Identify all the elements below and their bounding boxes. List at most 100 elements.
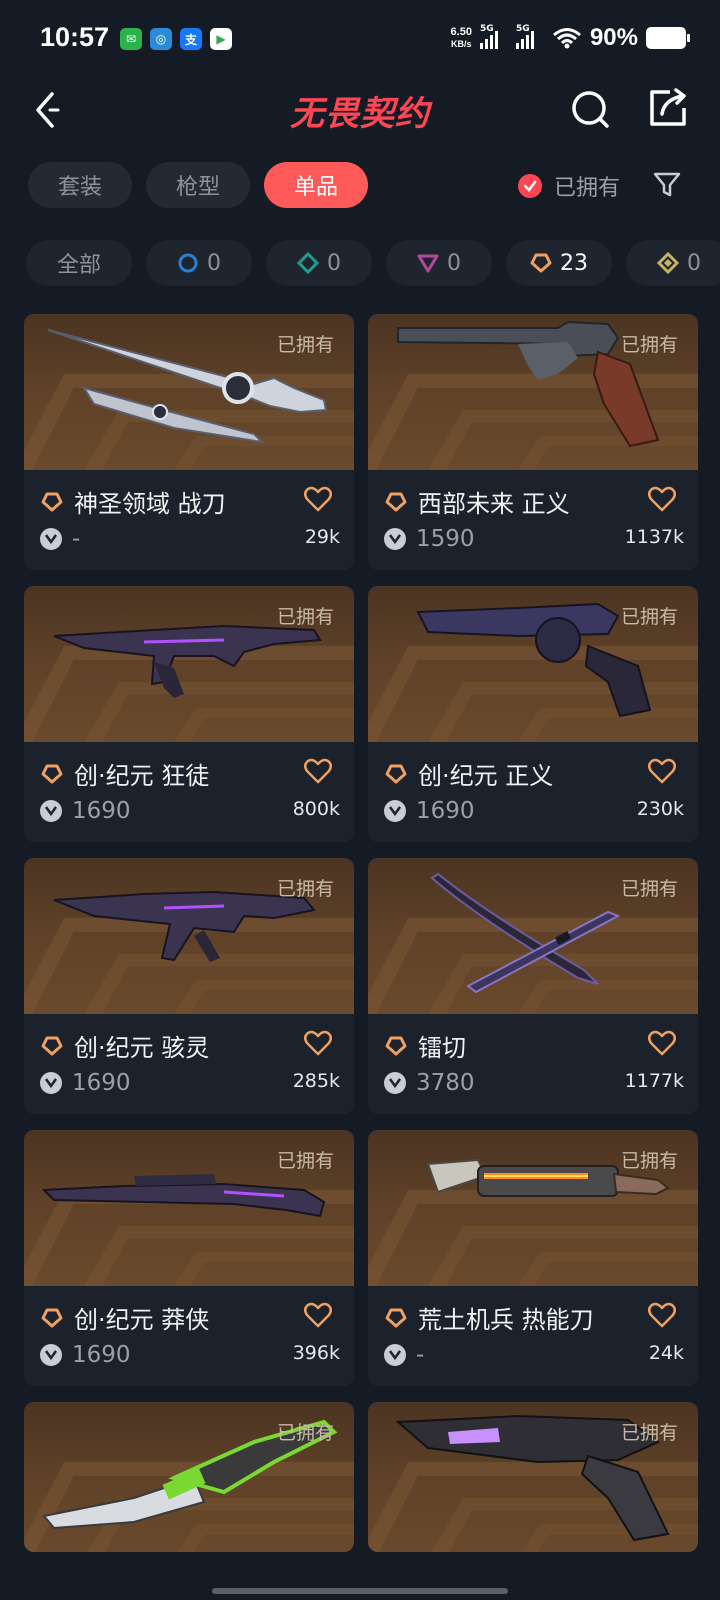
- heart-icon[interactable]: [304, 1302, 332, 1328]
- exclusive-tier-icon: [385, 1308, 407, 1327]
- vp-currency-icon: [40, 800, 62, 822]
- alipay-icon: 支: [180, 28, 202, 50]
- exclusive-tier-icon: [41, 1036, 63, 1055]
- item-card-7[interactable]: 已拥有 创·纪元 莽侠 1690 396k: [24, 1130, 354, 1386]
- vp-currency-icon: [384, 528, 406, 550]
- item-card-2[interactable]: 已拥有 西部未来 正义 1590 1137k: [368, 314, 698, 570]
- premium-tier-icon: [417, 254, 439, 273]
- item-card-10[interactable]: 已拥有: [368, 1402, 698, 1552]
- tier-chip-select[interactable]: 0: [146, 240, 252, 286]
- likes-count: 800k: [292, 798, 340, 820]
- vp-currency-icon: [384, 800, 406, 822]
- likes-count: 1137k: [624, 526, 684, 548]
- likes-count: 285k: [292, 1070, 340, 1092]
- heart-icon[interactable]: [648, 1302, 676, 1328]
- item-price: 1690: [416, 798, 475, 824]
- tier-chip-exclusive[interactable]: 23: [506, 240, 612, 286]
- item-price: 1690: [72, 1342, 131, 1368]
- clock: 10:57: [40, 22, 110, 52]
- owned-label: 已拥有: [620, 1422, 678, 1444]
- item-name: 创·纪元 莽侠: [74, 1306, 210, 1334]
- likes-count: 230k: [636, 798, 684, 820]
- battery-percent: 90%: [589, 24, 638, 51]
- item-card-5[interactable]: 已拥有 创·纪元 骇灵 1690 285k: [24, 858, 354, 1114]
- tab-bundles[interactable]: 套装: [28, 162, 133, 208]
- owned-filter-label: 已拥有: [554, 176, 621, 201]
- tab-single-items[interactable]: 单品: [264, 162, 369, 208]
- item-card-1[interactable]: 已拥有 神圣领域 战刀 - 29k: [24, 314, 354, 570]
- vp-currency-icon: [384, 1344, 406, 1366]
- exclusive-tier-icon: [530, 253, 552, 273]
- item-name: 西部未来 正义: [418, 490, 570, 518]
- likes-count: 1177k: [624, 1070, 684, 1092]
- item-card-3[interactable]: 已拥有 创·纪元 狂徒 1690 800k: [24, 586, 354, 842]
- deluxe-tier-icon: [297, 252, 319, 274]
- item-price: 1590: [416, 526, 475, 552]
- heart-icon[interactable]: [304, 758, 332, 784]
- heart-icon[interactable]: [304, 486, 332, 512]
- home-indicator[interactable]: [212, 1588, 508, 1594]
- item-price: 1690: [72, 1070, 131, 1096]
- item-price: -: [416, 1342, 425, 1368]
- heart-icon[interactable]: [648, 1030, 676, 1056]
- owned-label: 已拥有: [620, 606, 678, 628]
- item-grid: 已拥有 神圣领域 战刀 - 29k 已拥有 西部未来 正义 1590 1137k…: [24, 314, 698, 1552]
- mobile-app-icon: ◎: [150, 28, 172, 50]
- owned-label: 已拥有: [276, 878, 334, 900]
- item-card-9[interactable]: 已拥有: [24, 1402, 354, 1552]
- tier-chip-deluxe[interactable]: 0: [266, 240, 372, 286]
- heart-icon[interactable]: [648, 758, 676, 784]
- tier-filter-chips: 全部 0 0 0 23 0: [26, 240, 720, 286]
- exclusive-tier-icon: [385, 764, 407, 783]
- exclusive-tier-icon: [41, 764, 63, 783]
- likes-count: 29k: [304, 526, 340, 548]
- signal-icon: 5G: [479, 24, 508, 49]
- heart-icon[interactable]: [648, 486, 676, 512]
- item-name: 荒土机兵 热能刀: [418, 1306, 594, 1334]
- tier-chip-premium[interactable]: 0: [386, 240, 492, 286]
- vp-currency-icon: [40, 1072, 62, 1094]
- item-name: 神圣领域 战刀: [74, 490, 226, 518]
- select-tier-icon: [178, 253, 198, 273]
- category-tabs: 套装 枪型 单品: [28, 162, 369, 208]
- owned-label: 已拥有: [620, 334, 678, 356]
- net-speed: 6.50 KB/s: [450, 26, 472, 49]
- item-name: 创·纪元 正义: [418, 762, 554, 790]
- search-icon[interactable]: [566, 84, 616, 134]
- status-bar: 10:57 ✉ ◎ 支 ▶ 6.50 KB/s 5G 5G 90%: [0, 0, 720, 78]
- vp-currency-icon: [384, 1072, 406, 1094]
- item-name: 创·纪元 狂徒: [74, 762, 210, 790]
- filter-icon[interactable]: [652, 170, 682, 200]
- tab-weapon-types[interactable]: 枪型: [146, 162, 251, 208]
- vp-currency-icon: [40, 528, 62, 550]
- tier-chip-ultra[interactable]: 0: [626, 240, 720, 286]
- notification-icons: ✉ ◎ 支 ▶: [120, 28, 232, 50]
- owned-label: 已拥有: [620, 878, 678, 900]
- item-price: 3780: [416, 1070, 475, 1096]
- item-name: 创·纪元 骇灵: [74, 1034, 210, 1062]
- exclusive-tier-icon: [41, 1308, 63, 1327]
- item-name: 镭切: [418, 1034, 466, 1062]
- heart-icon[interactable]: [304, 1030, 332, 1056]
- item-card-6[interactable]: 已拥有 镭切 3780 1177k: [368, 858, 698, 1114]
- play-store-icon: ▶: [210, 28, 232, 50]
- likes-count: 24k: [648, 1342, 684, 1364]
- vp-currency-icon: [40, 1344, 62, 1366]
- battery-icon: [646, 27, 690, 49]
- likes-count: 396k: [292, 1342, 340, 1364]
- item-price: -: [72, 526, 81, 552]
- app-header: 无畏契约: [0, 78, 720, 148]
- wechat-icon: ✉: [120, 28, 142, 50]
- ultra-tier-icon: [657, 252, 679, 274]
- item-card-8[interactable]: 已拥有 荒土机兵 热能刀 - 24k: [368, 1130, 698, 1386]
- tier-chip-all[interactable]: 全部: [26, 240, 132, 286]
- item-card-4[interactable]: 已拥有 创·纪元 正义 1690 230k: [368, 586, 698, 842]
- owned-filter-toggle[interactable]: 已拥有: [518, 170, 620, 202]
- check-icon: [518, 174, 542, 198]
- owned-label: 已拥有: [276, 334, 334, 356]
- exclusive-tier-icon: [385, 492, 407, 511]
- exclusive-tier-icon: [385, 1036, 407, 1055]
- wifi-icon: [552, 28, 581, 49]
- item-price: 1690: [72, 798, 131, 824]
- share-icon[interactable]: [644, 82, 694, 132]
